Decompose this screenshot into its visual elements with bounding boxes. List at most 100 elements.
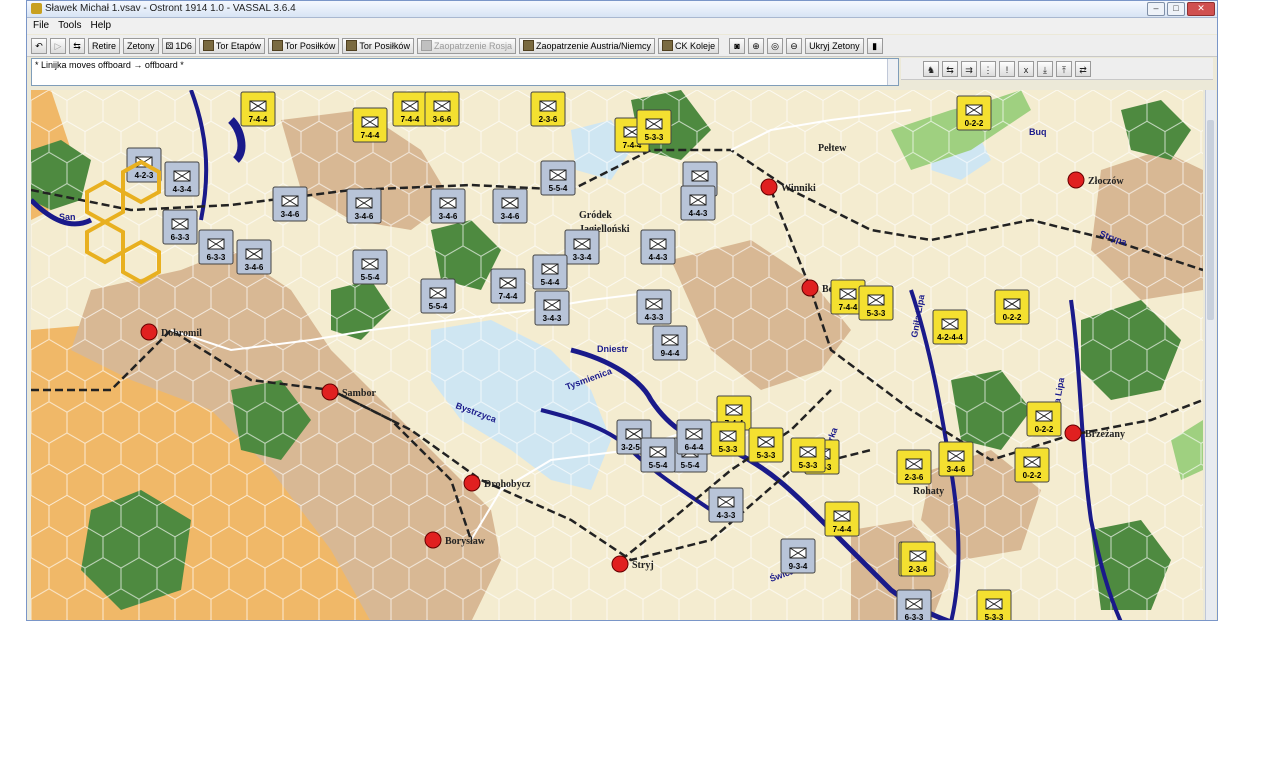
unit-counter[interactable]: 3-4-6: [346, 188, 382, 224]
unit-counter[interactable]: 4-4-3: [640, 229, 676, 265]
unit-counter[interactable]: 2-3-6: [900, 541, 936, 577]
menu-tools[interactable]: Tools: [58, 18, 81, 34]
menu-file[interactable]: File: [33, 18, 49, 34]
tor-etapow-button[interactable]: Tor Etapów: [198, 37, 265, 54]
title-bar[interactable]: Sławek Michał 1.vsav - Ostront 1914 1.0 …: [27, 1, 1217, 18]
unit-counter[interactable]: 7-4-4: [352, 107, 388, 143]
map-scrollbar-thumb[interactable]: [1207, 120, 1214, 320]
ukryj-zetony-button[interactable]: Ukryj Zetony: [805, 37, 864, 54]
unit-strength: 0-2-2: [1035, 425, 1054, 434]
zoom-out-button[interactable]: ⊖: [786, 37, 803, 54]
river-label: Buq: [1029, 127, 1047, 137]
unit-counter[interactable]: 3-4-6: [492, 188, 528, 224]
unit-counter[interactable]: 3-6-6: [424, 91, 460, 127]
mark-button[interactable]: ⋮: [980, 60, 996, 77]
zaopatrzenie-rosja-button[interactable]: Zaopatrzenie Rosja: [416, 37, 516, 54]
unit-counter[interactable]: 5-3-3: [976, 589, 1012, 621]
zaopatrzenie-rosja-label: Zaopatrzenie Rosja: [433, 40, 512, 51]
unit-counter[interactable]: 0-2-2: [994, 289, 1030, 325]
retire-button[interactable]: Retire: [88, 37, 121, 54]
step-forward-button[interactable]: ▷: [50, 37, 66, 54]
unit-counter[interactable]: 3-4-6: [938, 441, 974, 477]
town-marker: [321, 383, 339, 401]
undo-button[interactable]: ↶: [31, 37, 47, 54]
undo-icon: ↶: [35, 40, 43, 51]
unit-counter[interactable]: 6-4-4: [676, 419, 712, 455]
unit-strength: 5-3-3: [645, 133, 664, 142]
unit-counter[interactable]: 0-2-2: [1014, 447, 1050, 483]
game-map[interactable]: San Dniestr Tysmienica Bystrzyca Gniła Lipa Z…: [31, 90, 1203, 621]
inventory-button[interactable]: ▮: [866, 37, 883, 54]
unit-counter[interactable]: 5-5-4: [640, 437, 676, 473]
unit-counter[interactable]: 5-3-3: [748, 427, 784, 463]
unit-counter[interactable]: 3-4-6: [236, 239, 272, 275]
camera-button[interactable]: ◙: [729, 37, 746, 54]
unit-counter[interactable]: 5-3-3: [710, 421, 746, 457]
zetony-button[interactable]: Zetony: [123, 37, 159, 54]
unit-strength: 6-4-4: [685, 443, 704, 452]
delete-button[interactable]: x: [1018, 60, 1034, 77]
map-scrollbar[interactable]: [1205, 90, 1216, 620]
ck-koleje-button[interactable]: CK Koleje: [658, 37, 720, 54]
chat-scrollbar[interactable]: [887, 59, 898, 85]
minimize-button[interactable]: –: [1147, 2, 1165, 16]
unit-counter[interactable]: 6-3-3: [198, 229, 234, 265]
unit-counter[interactable]: 5-4-4: [532, 254, 568, 290]
unit-counter[interactable]: 6-3-3: [896, 589, 932, 621]
unit-counter[interactable]: 4-3-3: [708, 487, 744, 523]
unit-counter[interactable]: 3-3-4: [564, 229, 600, 265]
unit-strength: 3-6-6: [433, 115, 452, 124]
unit-icon-button[interactable]: ♞: [923, 60, 939, 77]
move-button[interactable]: ⇉: [961, 60, 977, 77]
menu-help[interactable]: Help: [90, 18, 111, 34]
swap-icon: ⇆: [946, 64, 954, 75]
unit-counter[interactable]: 0-2-2: [1026, 401, 1062, 437]
unit-counter[interactable]: 9-4-4: [652, 325, 688, 361]
unit-counter[interactable]: 7-4-4: [824, 501, 860, 537]
download-button[interactable]: ⤓: [1037, 60, 1053, 77]
unit-counter[interactable]: 2-3-6: [896, 449, 932, 485]
counter-icon: [522, 40, 534, 51]
swap-button[interactable]: ⇆: [942, 60, 958, 77]
unit-counter[interactable]: 9-3-4: [780, 538, 816, 574]
unit-counter[interactable]: 7-4-4: [490, 268, 526, 304]
menu-bar: File Tools Help: [27, 18, 1217, 34]
flip-button[interactable]: ⇄: [1075, 60, 1091, 77]
alert-button[interactable]: !: [999, 60, 1015, 77]
unit-counter[interactable]: 4-2-4-4: [932, 309, 968, 345]
unit-strength: 3-4-6: [281, 210, 300, 219]
unit-counter[interactable]: 4-4-3: [680, 185, 716, 221]
unit-strength: 3-4-3: [543, 314, 562, 323]
unit-counter[interactable]: 3-4-3: [534, 290, 570, 326]
unit-counter[interactable]: 3-4-6: [430, 188, 466, 224]
unit-counter[interactable]: 4-3-3: [636, 289, 672, 325]
tor-posilkow-button-1[interactable]: Tor Posiłków: [267, 37, 340, 54]
unit-counter[interactable]: 5-5-4: [540, 160, 576, 196]
d6-label: 1D6: [175, 40, 192, 51]
ck-koleje-label: CK Koleje: [675, 40, 716, 51]
unit-counter[interactable]: 6-3-3: [162, 209, 198, 245]
unit-counter[interactable]: 4-3-4: [164, 161, 200, 197]
unit-counter[interactable]: 2-3-6: [530, 91, 566, 127]
zoom-select-button[interactable]: ◎: [767, 37, 784, 54]
unit-counter[interactable]: 3-4-6: [272, 186, 308, 222]
unit-counter[interactable]: 5-5-4: [352, 249, 388, 285]
unit-counter[interactable]: 0-2-2: [956, 95, 992, 131]
unit-counter[interactable]: 5-3-3: [636, 109, 672, 145]
unit-counter[interactable]: 7-4-4: [392, 91, 428, 127]
unit-counter[interactable]: 5-3-3: [790, 437, 826, 473]
maximize-button[interactable]: □: [1167, 2, 1185, 16]
unit-counter[interactable]: 7-4-4: [240, 91, 276, 127]
upload-button[interactable]: ⤒: [1056, 60, 1072, 77]
sync-button[interactable]: ⇆: [69, 37, 85, 54]
zaopatrzenie-austria-button[interactable]: Zaopatrzenie Austria/Niemcy: [518, 37, 656, 54]
zoom-in-button[interactable]: ⊕: [748, 37, 765, 54]
unit-strength: 7-4-4: [833, 525, 852, 534]
unit-counter[interactable]: 5-3-3: [858, 285, 894, 321]
close-button[interactable]: ✕: [1187, 2, 1215, 16]
tor-posilkow-button-2[interactable]: Tor Posiłków: [342, 37, 414, 54]
map-canvas[interactable]: SanDniestrTysmienicaBystrzycaGniła LipaZ…: [31, 90, 1203, 621]
unit-counter[interactable]: 5-5-4: [420, 278, 456, 314]
d6-button[interactable]: ⚄ 1D6: [161, 37, 196, 54]
chat-log[interactable]: * Linijka moves offboard → offboard *: [31, 58, 899, 86]
